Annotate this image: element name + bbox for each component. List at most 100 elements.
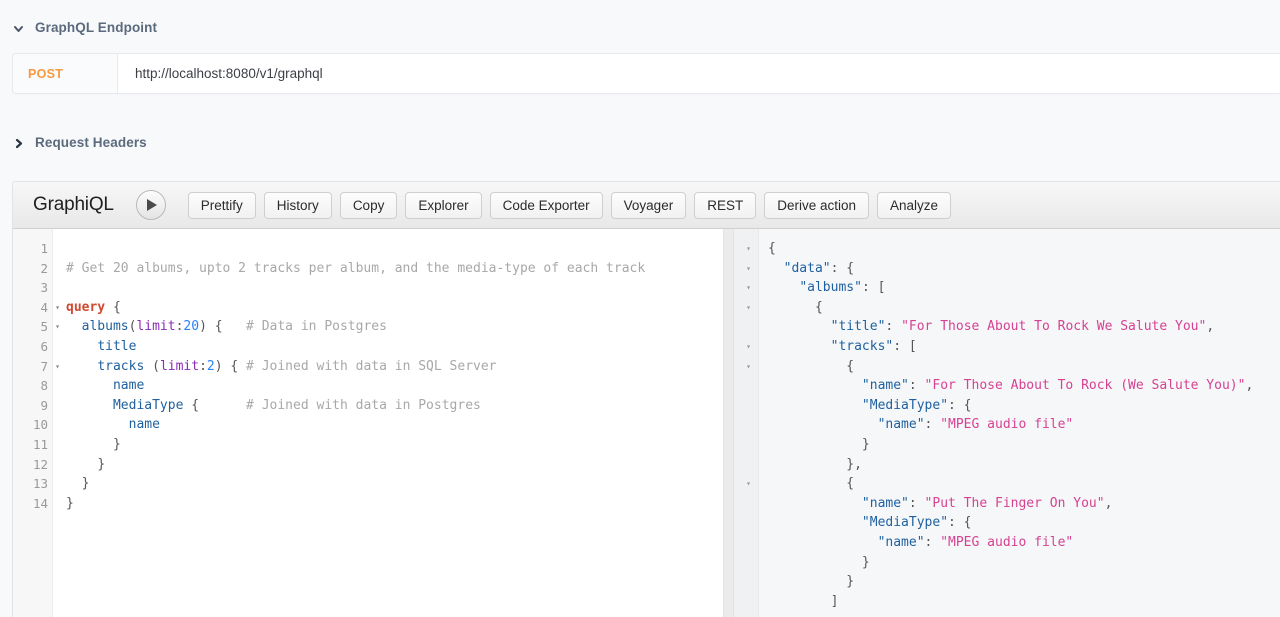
toolbar-button-explorer[interactable]: Explorer	[405, 191, 482, 219]
graphiql-container: GraphiQL Prettify History Copy Explorer Code…	[12, 181, 1280, 617]
result-code-line: }	[846, 574, 855, 590]
result-gutter-line	[734, 435, 758, 455]
query-code-line: }	[112, 436, 121, 452]
result-gutter-line: ▾	[734, 239, 758, 259]
result-code-line: ]	[830, 593, 839, 609]
result-code-line: "tracks": [	[830, 338, 917, 354]
section-header-graphql-endpoint[interactable]: GraphQL Endpoint	[0, 15, 400, 41]
line-number: 4 ▾	[13, 298, 59, 318]
result-gutter-line	[734, 553, 758, 573]
toolbar-button-copy[interactable]: Copy	[339, 191, 398, 219]
line-number: 13	[32, 476, 48, 492]
result-gutter-line: ▾	[734, 259, 758, 279]
query-editor-code[interactable]: # Get 20 albums, upto 2 tracks per album…	[53, 229, 723, 617]
result-fold-icon[interactable]: ▾	[744, 278, 753, 298]
result-fold-icon[interactable]: ▾	[744, 337, 753, 357]
query-code-line: name	[112, 378, 145, 394]
pane-resize-handle[interactable]	[723, 229, 734, 617]
result-fold-icon[interactable]: ▾	[744, 239, 753, 259]
toolbar-button-derive-action[interactable]: Derive action	[764, 191, 870, 219]
result-gutter-line	[734, 572, 758, 592]
chevron-down-icon[interactable]	[12, 22, 25, 35]
result-gutter-line	[734, 494, 758, 514]
toolbar-button-history[interactable]: History	[263, 191, 332, 219]
line-number: 10	[32, 417, 48, 433]
code-fold-icon[interactable]: ▾	[53, 357, 62, 377]
query-code-line: }	[81, 476, 90, 492]
http-method-cell[interactable]: POST	[13, 54, 118, 93]
line-number: 8	[40, 378, 48, 394]
result-fold-icon[interactable]: ▾	[744, 474, 753, 494]
result-gutter-line	[734, 513, 758, 533]
result-code-line: {	[814, 299, 823, 315]
query-code-line: query {	[66, 299, 121, 315]
result-code-line: "name": "MPEG audio file"	[877, 534, 1074, 550]
http-method-label: POST	[28, 66, 64, 81]
chevron-right-icon[interactable]	[12, 137, 25, 150]
result-code-line: }	[861, 554, 870, 570]
graphiql-brand-label: GraphiQL	[33, 194, 114, 215]
result-gutter-line: ▾	[734, 337, 758, 357]
result-code-line: "name": "Put The Finger On You",	[861, 495, 1113, 511]
line-number: 11	[32, 436, 48, 452]
result-fold-icon[interactable]: ▾	[744, 298, 753, 318]
query-code-line: # Get 20 albums, upto 2 tracks per album…	[66, 260, 646, 276]
result-gutter-line: ▾	[734, 474, 758, 494]
result-gutter-line	[734, 317, 758, 337]
result-code-line: "name": "For Those About To Rock (We Sal…	[861, 378, 1254, 394]
code-fold-icon[interactable]: ▾	[53, 317, 62, 337]
section-title-request-headers: Request Headers	[35, 135, 147, 151]
graphiql-api-explorer-page: GraphQL Endpoint POST http://localhost:8…	[0, 0, 1280, 617]
line-number: 6	[40, 338, 48, 354]
result-gutter-line	[734, 396, 758, 416]
line-number: 2	[40, 260, 48, 276]
line-number: 7 ▾	[13, 357, 59, 377]
result-code-line: "MediaType": {	[861, 397, 972, 413]
query-code-line: title	[97, 338, 137, 354]
result-code-line: "title": "For Those About To Rock We Sal…	[830, 319, 1215, 335]
endpoint-bar: POST http://localhost:8080/v1/graphql	[12, 53, 1280, 94]
execute-query-button[interactable]	[135, 190, 166, 220]
result-code-line: "data": {	[783, 260, 855, 276]
result-gutter-line	[734, 415, 758, 435]
result-code-line: {	[846, 476, 855, 492]
result-fold-icon[interactable]: ▾	[744, 259, 753, 279]
line-number: 3	[40, 280, 48, 296]
result-fold-gutter: ▾ ▾ ▾ ▾ ▾ ▾ ▾	[734, 229, 759, 617]
query-code-line: tracks (limit:2) { # Joined with data in…	[97, 358, 497, 374]
result-code-line: }	[861, 436, 870, 452]
query-code-line	[66, 278, 723, 298]
section-header-request-headers[interactable]: Request Headers	[0, 130, 400, 156]
result-gutter-line: ▾	[734, 278, 758, 298]
toolbar-button-code-exporter[interactable]: Code Exporter	[489, 191, 603, 219]
query-code-line	[66, 239, 723, 259]
result-code-line: "name": "MPEG audio file"	[877, 417, 1074, 433]
toolbar-button-analyze[interactable]: Analyze	[877, 191, 952, 219]
result-code-line: {	[846, 358, 855, 374]
query-line-number-gutter: 1 2 3 4 ▾ 5 ▾ 6 7 ▾ 8 9 10 11 12 13 14	[13, 229, 60, 617]
result-gutter-line	[734, 376, 758, 396]
query-editor-pane[interactable]: 1 2 3 4 ▾ 5 ▾ 6 7 ▾ 8 9 10 11 12 13 14 # Get 20 albums, …	[13, 229, 723, 617]
result-gutter-line	[734, 592, 758, 612]
result-fold-icon[interactable]: ▾	[744, 357, 753, 377]
editor-panes: 1 2 3 4 ▾ 5 ▾ 6 7 ▾ 8 9 10 11 12 13 14 # Get 20 albums, …	[13, 229, 1280, 617]
toolbar-button-prettify[interactable]: Prettify	[187, 191, 256, 219]
line-number: 12	[32, 456, 48, 472]
query-code-line: }	[66, 495, 74, 511]
result-code-line: {	[768, 241, 776, 256]
endpoint-url-text: http://localhost:8080/v1/graphql	[135, 66, 323, 81]
toolbar-button-rest[interactable]: REST	[694, 191, 757, 219]
line-number: 1	[40, 241, 48, 256]
result-viewer-pane[interactable]: ▾ ▾ ▾ ▾ ▾ ▾ ▾ { "data": { "albums": [ { …	[734, 229, 1280, 617]
result-gutter-line	[734, 533, 758, 553]
code-fold-icon[interactable]: ▾	[53, 298, 62, 318]
line-number: 5 ▾	[13, 317, 59, 337]
query-code-line: MediaType { # Joined with data in Postgr…	[112, 397, 481, 413]
toolbar-button-voyager[interactable]: Voyager	[610, 191, 687, 219]
result-gutter-line: ▾	[734, 298, 758, 318]
graphiql-toolbar: GraphiQL Prettify History Copy Explorer Code…	[13, 182, 1280, 229]
play-icon	[147, 199, 158, 211]
toolbar-button-group: Prettify History Copy Explorer Code Exporter…	[187, 191, 959, 219]
endpoint-url-field[interactable]: http://localhost:8080/v1/graphql	[118, 54, 1280, 93]
result-viewer-code: { "data": { "albums": [ { "title": "For …	[759, 229, 1280, 617]
